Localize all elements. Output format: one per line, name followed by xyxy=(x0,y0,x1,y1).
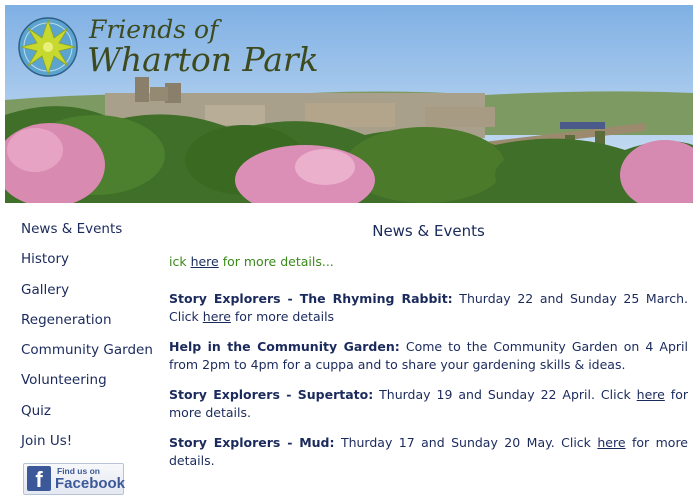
page-title: News & Events xyxy=(372,222,485,240)
logo-line-2: Wharton Park xyxy=(87,40,319,79)
ticker-text-before: ick xyxy=(169,254,191,269)
main-content: News & Events ick here for more details.… xyxy=(169,220,688,482)
site-logo-text[interactable]: Friends of Wharton Park xyxy=(87,17,319,76)
news-item: Story Explorers - The Rhyming Rabbit: Th… xyxy=(169,290,688,326)
news-item-body: Thurday 19 and Sunday 22 April. Click xyxy=(373,387,637,402)
news-item: Story Explorers - Supertato: Thurday 19 … xyxy=(169,386,688,422)
logo-line-1: Friends of xyxy=(89,15,219,44)
ticker-here-link[interactable]: here xyxy=(191,254,219,269)
nav-item-quiz[interactable]: Quiz xyxy=(21,402,161,432)
news-item-title: Story Explorers - The Rhyming Rabbit: xyxy=(169,291,453,306)
nav-item-volunteering[interactable]: Volunteering xyxy=(21,371,161,401)
facebook-badge-button[interactable]: f Find us on Facebook xyxy=(23,463,126,495)
sidebar-nav: News & Events History Gallery Regenerati… xyxy=(21,220,161,462)
news-ticker: ick here for more details... xyxy=(169,254,688,290)
news-item-here-link[interactable]: here xyxy=(203,309,231,324)
nav-item-regeneration[interactable]: Regeneration xyxy=(21,311,161,341)
ticker-text-after: for more details... xyxy=(218,254,334,269)
nav-item-gallery[interactable]: Gallery xyxy=(21,281,161,311)
news-item: Story Explorers - Mud: Thurday 17 and Su… xyxy=(169,434,688,470)
news-item-title: Story Explorers - Supertato: xyxy=(169,387,374,402)
header-banner: Friends of Wharton Park xyxy=(5,5,693,203)
nav-item-community-garden[interactable]: Community Garden xyxy=(21,341,161,371)
facebook-label: Facebook xyxy=(55,475,126,492)
news-item: Help in the Community Garden: Come to th… xyxy=(169,338,688,374)
news-item-here-link[interactable]: here xyxy=(637,387,665,402)
facebook-icon: f xyxy=(27,466,51,492)
nav-item-join-us[interactable]: Join Us! xyxy=(21,432,161,462)
news-item-here-link[interactable]: here xyxy=(597,435,625,450)
news-item-title: Help in the Community Garden: xyxy=(169,339,400,354)
news-item-title: Story Explorers - Mud: xyxy=(169,435,335,450)
nav-item-news-events[interactable]: News & Events xyxy=(21,220,161,250)
news-item-body: Thurday 17 and Sunday 20 May. Click xyxy=(334,435,598,450)
news-item-tail: for more details xyxy=(230,309,335,324)
nav-item-history[interactable]: History xyxy=(21,250,161,280)
